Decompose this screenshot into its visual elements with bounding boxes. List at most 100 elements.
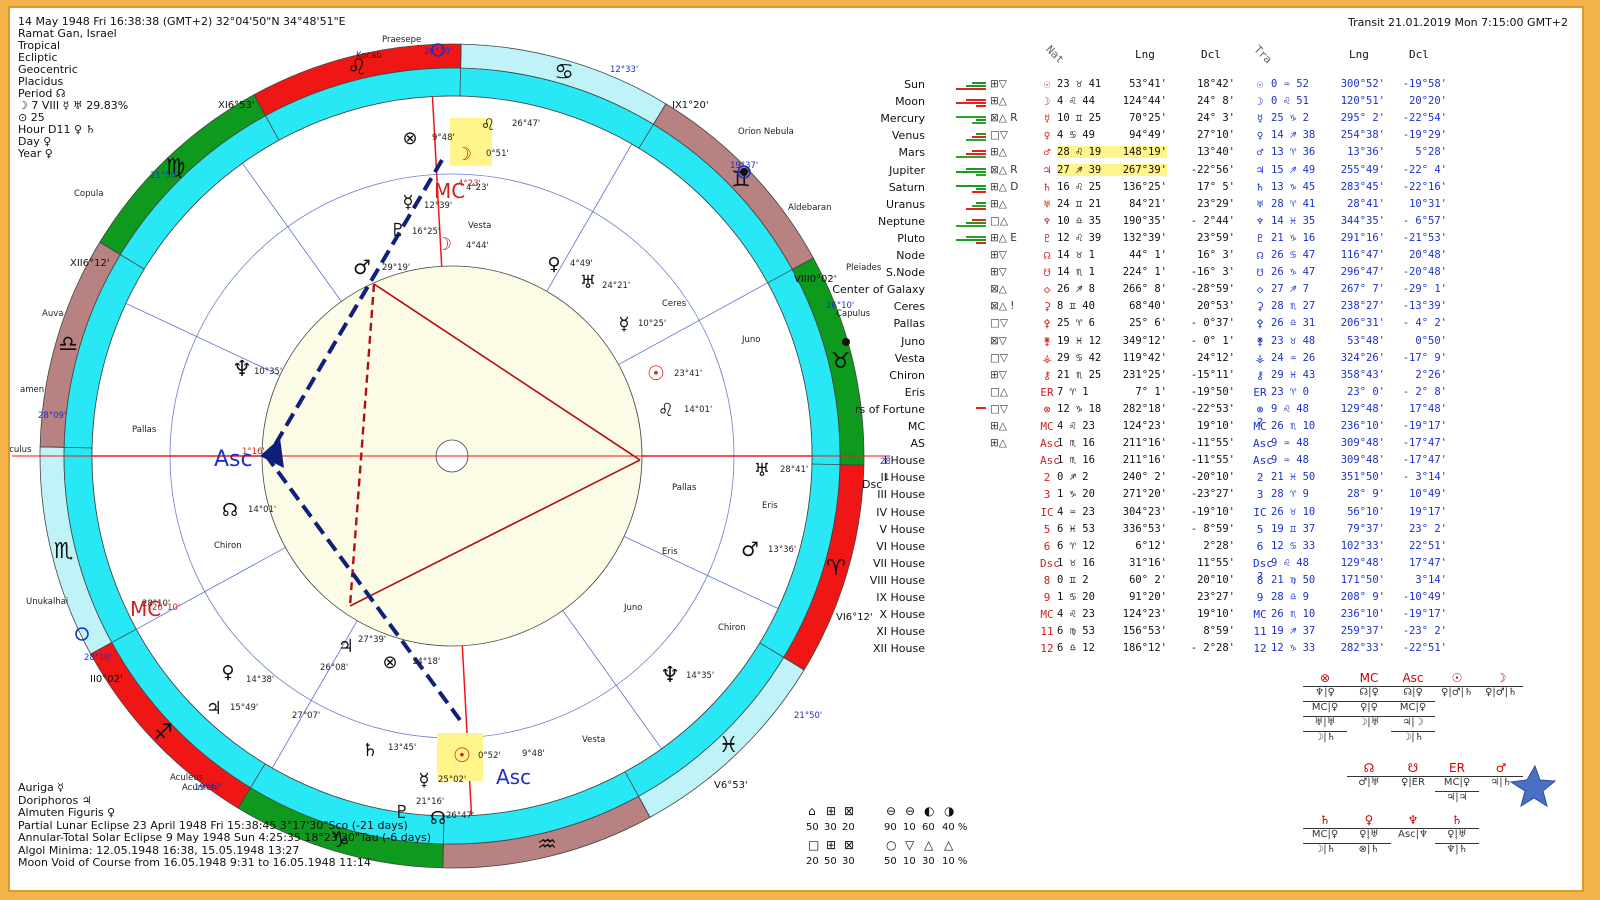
transit-longitude: 259°37'	[1340, 625, 1385, 638]
horoscope-wheel[interactable]: ♈♉♊♋♌♍♎♏♐♑ ♒♓⊗♌☽☿♇☽♂ ♀♅☿☉♌♆♅♂☊♃⊗♀♃♄ ☉☿♆♇ ☊9°…	[10, 8, 890, 894]
table-row[interactable]: X House MC 4 ♌ 23 124°23' 19°10' MC 26 ♏ 10 236…	[879, 608, 1575, 625]
table-row[interactable]: I House Asc 1 ♏ 16 211°16' -11°55' Asc 9 ♒ 48 3…	[884, 454, 1575, 471]
planet-degree: 0°52'	[478, 751, 501, 761]
planet-glyph: ♌	[481, 115, 495, 134]
natal-longitude: 224° 1'	[1122, 266, 1167, 279]
table-row[interactable]: Moon ⊞△ ☽ 4 ♌ 44 124°44' 24° 8' ☽ 0 ♌ 51 120°51'…	[895, 95, 1575, 112]
table-row[interactable]: Pluto ⊞△ E ♇ 12 ♌ 39 132°39' 23°59' ♇ 21 ♑ 16 29…	[895, 232, 1575, 249]
transit-longitude: 102°33'	[1340, 539, 1385, 552]
transit-glyph: 12	[1253, 642, 1267, 656]
table-header: Lng	[1349, 48, 1369, 61]
table-row[interactable]: Chiron ⊞▽ ⚷ 21 ♏ 25 231°25' -15°11' ⚷ 29 ♓ 43 35…	[889, 368, 1575, 386]
star-label: Eris	[662, 547, 678, 557]
natal-glyph: 8	[1043, 573, 1051, 587]
strength-bars	[950, 97, 986, 109]
star-label: Vesta	[468, 221, 491, 231]
table-row[interactable]: VII House Dsc 1 ♉ 16 31°16' 11°55' Dsc ? 9 ♌ 4…	[873, 556, 1575, 583]
table-row[interactable]: Eris □△ ER 7 ♈ 1 7° 1' -19°50' ER 23 ♈ 0 23° 0' -…	[895, 386, 1575, 403]
strength-bars	[950, 319, 986, 331]
natal-longitude: 132°39'	[1122, 231, 1167, 244]
table-row[interactable]: S.Node ⊞▽ ☋ 14 ♏ 1 224° 1' -16° 3' ☋ 26 ♑ 47 296…	[886, 266, 1575, 283]
table-row[interactable]: IV House IC 4 ♒ 23 304°23' -19°10' IC 26 ♉ 10 5…	[876, 506, 1575, 523]
star-label: Juno	[623, 603, 642, 613]
transit-declination: 17°47'	[1409, 556, 1447, 569]
midpoint-head: ☊	[1363, 761, 1375, 775]
table-row[interactable]: Node ⊞▽ ☊ 14 ♉ 1 44° 1' 16° 3' ☊ 26 ♋ 47 116°47'…	[895, 249, 1575, 266]
table-row[interactable]: XI House 11 6 ♍ 53 156°53' 8°59' 11 19 ♐ 37 259…	[876, 625, 1575, 642]
star-label: Pallas	[132, 425, 157, 435]
transit-declination: 2°26'	[1415, 368, 1447, 381]
natal-declination: -15°11'	[1190, 368, 1235, 381]
table-row[interactable]: Center of Galaxy ⊠△ ◇ 26 ♐ 8 266° 8' -28°59' ◇…	[832, 283, 1575, 300]
star-icon[interactable]	[1505, 762, 1557, 810]
table-row[interactable]: Mercury ⊠△ R ☿ 10 ♊ 25 70°25' 24° 3' ☿ 25 ♑ 2 29…	[880, 112, 1575, 129]
table-row[interactable]: Venus □▽ ♀ 4 ♋ 49 94°49' 27°10' ♀ 14 ♐ 38 254°38…	[892, 129, 1575, 146]
table-row[interactable]: Saturn ⊞△ D ♄ 16 ♌ 25 136°25' 17° 5' ♄ 13 ♑ 45 2…	[889, 181, 1575, 198]
table-row[interactable]: AS ⊞△ Asc 1 ♏ 16 211°16' -11°55' Asc 9 ♒ 48 309°…	[895, 437, 1575, 454]
table-row[interactable]: MC ⊞△ MC 4 ♌ 23 124°23' 19°10' MC 26 ♏ 10 236°10…	[895, 420, 1575, 437]
table-row[interactable]: VI House 6 6 ♈ 12 6°12' 2°28' 6 12 ♋ 33 102°33'…	[876, 539, 1575, 557]
midpoint-line: ♀|♂|♄	[1435, 686, 1479, 699]
aspect-symbols: ⊞△ E	[990, 231, 1017, 244]
star-label: Juno	[741, 335, 760, 345]
legend-value: 50	[806, 822, 819, 833]
transit-longitude: 267° 7'	[1340, 283, 1385, 296]
house-label: XI6°53'	[218, 100, 255, 111]
table-row[interactable]: Jupiter ⊠△ R ♃ 27 ♐ 39 267°39' -22°56' ♃ 15 ♐ 4…	[889, 162, 1575, 181]
table-row[interactable]: Sun ⊞▽ ☉ 23 ♉ 41 53°41' 18°42' ☉ 0 ♒ 52 300°52' -…	[895, 78, 1575, 95]
transit-glyph: ⚳	[1255, 300, 1265, 314]
natal-glyph: 6	[1043, 539, 1051, 553]
table-header: Tra	[1251, 42, 1275, 67]
planet-degree: 4°49'	[570, 259, 593, 269]
aspect-symbols: ⊞△	[990, 146, 1007, 159]
table-row[interactable]: VIII House 8 0 ♊ 2 60° 2' 20°10' 8 21 ♍ 50 171°…	[870, 573, 1575, 591]
table-row[interactable]: IX House 9 1 ♋ 20 91°20' 23°27' 9 28 ♎ 9 208° 9…	[876, 591, 1575, 608]
transit-longitude: 120°51'	[1340, 95, 1385, 108]
table-row[interactable]: Mars ⊞△ ♂ 28 ♌ 19 148°19' 13°40' ♂ 13 ♈ 36 13°36…	[895, 145, 1575, 163]
table-row[interactable]: Juno ⊠▽ ⚵ 19 ♓ 12 349°12' - 0° 1' ⚵ 23 ♉ 48 53°4…	[895, 335, 1575, 352]
aspect-symbols: ⊠△	[990, 283, 1007, 296]
natal-longitude: 70°25'	[1129, 112, 1167, 125]
aspect-symbols: ⊞△	[990, 95, 1007, 108]
row-name: Mercury	[880, 112, 925, 126]
table-row[interactable]: III House 3 1 ♑ 20 271°20' -23°27' 3 28 ♈ 9 28°…	[877, 488, 1575, 505]
table-row[interactable]: Ceres ⊠△ ! ⚳ 8 ♊ 40 68°40' 20°53' ⚳ 28 ♏ 27 238°…	[894, 300, 1575, 317]
table-row[interactable]: XII House 12 6 ♎ 12 186°12' - 2°28' 12 12 ♑ 33…	[873, 642, 1575, 659]
planet-degree: 24°21'	[602, 281, 630, 291]
zodiac-glyph: ♒	[537, 833, 557, 858]
transit-longitude: 23° 0'	[1347, 385, 1385, 398]
table-row[interactable]: Uranus ⊞△ ♅ 24 ♊ 21 84°21' 23°29' ♅ 28 ♈ 41 28°4…	[886, 196, 1575, 215]
table-row[interactable]: II House 2 0 ♐ 2 240° 2' -20°10' 2 21 ♓ 50 351°…	[881, 471, 1575, 488]
natal-glyph: ⚴	[1042, 317, 1052, 331]
table-row[interactable]: V House 5 6 ♓ 53 336°53' - 8°59' 5 19 ♊ 37 79°3…	[880, 523, 1575, 540]
table-row[interactable]: Pallas □▽ ⚴ 25 ♈ 6 25° 6' - 0°37' ⚴ 26 ♎ 31 206°…	[894, 317, 1575, 334]
star-label: aculus	[10, 445, 32, 455]
natal-glyph: Asc	[1040, 454, 1060, 468]
natal-longitude: 266° 8'	[1122, 283, 1167, 296]
note-line: Auriga ☿	[18, 781, 65, 794]
planet-glyph: ♀	[547, 254, 560, 275]
table-row[interactable]: rs of Fortune □▽ ⊗ 12 ♑ 18 282°18' -22°53' ⊗ ?…	[855, 403, 1575, 429]
transit-declination: 10°49'	[1409, 488, 1447, 501]
transit-longitude: 296°47'	[1340, 266, 1385, 279]
angle-label: 4°23'	[458, 179, 481, 189]
strength-bars	[950, 234, 986, 246]
planet-degree: 23°41'	[674, 369, 702, 379]
midpoint-line: ♀|ER	[1391, 776, 1435, 789]
planet-degree: 14°18'	[412, 657, 440, 667]
natal-declination: 24° 8'	[1197, 95, 1235, 108]
table-row[interactable]: Neptune □△ ♆ 10 ♎ 35 190°35' - 2°44' ♆ 14 ♓ 35 3…	[878, 215, 1575, 232]
row-name: Pluto	[897, 231, 925, 245]
transit-declination: -21°53'	[1402, 231, 1447, 244]
natal-glyph: 11	[1040, 625, 1054, 639]
table-header: Lng	[1135, 48, 1155, 61]
transit-declination: 0°50'	[1415, 334, 1447, 347]
planet-degree: 14°01'	[248, 505, 276, 515]
natal-glyph: ☊	[1043, 249, 1051, 262]
table-row[interactable]: Vesta □▽ ⚶ 29 ♋ 42 119°42' 24°12' ⚶ 24 ♒ 26 324°…	[895, 352, 1575, 369]
midpoint-line: ♀|♂|♄	[1479, 686, 1523, 699]
row-name: Mars	[898, 146, 926, 160]
transit-longitude: 116°47'	[1340, 249, 1385, 261]
planet-glyph: ☊	[222, 500, 238, 521]
transit-glyph: ⚶	[1255, 351, 1265, 365]
